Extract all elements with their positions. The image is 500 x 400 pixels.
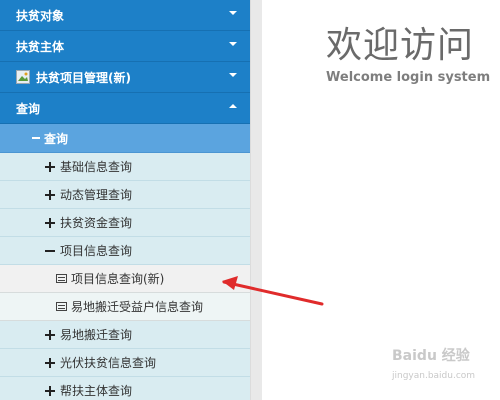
plus-icon — [45, 385, 55, 396]
submenu-header-query[interactable]: 查询 — [0, 124, 250, 153]
menu-row-label: 项目信息查询 — [60, 244, 133, 258]
menu-row-label: 扶贫资金查询 — [60, 216, 133, 230]
menu-row-label: 易地搬迁查询 — [60, 328, 133, 342]
welcome-panel: 欢迎访问 Welcome login system — [326, 24, 496, 85]
menu-row-relocation-query[interactable]: 易地搬迁查询 — [0, 321, 250, 349]
sidebar-menu: 扶贫对象 扶贫主体 扶贫项目管理(新) 查询 查询 基础信息查询 动态管理查询 … — [0, 0, 250, 400]
minus-icon — [45, 246, 55, 256]
baidu-watermark: Baidu 经验 — [392, 348, 470, 364]
minus-icon — [32, 137, 40, 139]
plus-icon — [45, 357, 55, 368]
document-icon — [56, 274, 67, 283]
plus-icon — [45, 161, 55, 172]
menu-row-dynamic-management-query[interactable]: 动态管理查询 — [0, 181, 250, 209]
red-arrow-annotation — [222, 276, 324, 306]
chevron-down-icon — [228, 8, 238, 18]
submenu-header-label: 查询 — [44, 131, 69, 146]
menu-row-assistance-subject-query[interactable]: 帮扶主体查询 — [0, 377, 250, 400]
menu-row-label: 易地搬迁受益户信息查询 — [71, 300, 204, 314]
plus-icon — [45, 189, 55, 200]
chevron-down-icon — [228, 70, 238, 80]
menu-row-label: 基础信息查询 — [60, 160, 133, 174]
menu-row-funds-query[interactable]: 扶贫资金查询 — [0, 209, 250, 237]
plus-icon — [45, 217, 55, 228]
menu-item-label: 扶贫项目管理(新) — [36, 70, 131, 85]
menu-row-label: 帮扶主体查询 — [60, 384, 133, 398]
menu-item-label: 扶贫对象 — [16, 8, 65, 23]
baidu-watermark-url: jingyan.baidu.com — [392, 371, 476, 381]
menu-row-project-info-query-new[interactable]: 项目信息查询(新) — [0, 265, 250, 293]
plus-icon — [45, 329, 55, 340]
menu-item-poverty-subjects[interactable]: 扶贫主体 — [0, 31, 250, 62]
welcome-title: 欢迎访问 — [326, 25, 475, 66]
menu-row-label: 光伏扶贫信息查询 — [60, 356, 157, 370]
menu-row-label: 项目信息查询(新) — [71, 272, 165, 286]
menu-item-poverty-targets[interactable]: 扶贫对象 — [0, 0, 250, 31]
menu-row-project-info-query[interactable]: 项目信息查询 — [0, 237, 250, 265]
menu-row-relocation-beneficiary-query[interactable]: 易地搬迁受益户信息查询 — [0, 293, 250, 321]
welcome-subtitle: Welcome login system — [326, 70, 491, 85]
menu-item-label: 查询 — [16, 101, 41, 116]
menu-row-basic-info-query[interactable]: 基础信息查询 — [0, 153, 250, 181]
menu-item-project-management[interactable]: 扶贫项目管理(新) — [0, 62, 250, 93]
sidebar-splitter[interactable] — [250, 0, 262, 400]
document-icon — [56, 302, 67, 311]
broken-image-icon — [16, 70, 30, 84]
menu-item-query[interactable]: 查询 — [0, 93, 250, 124]
menu-row-label: 动态管理查询 — [60, 188, 133, 202]
menu-item-label: 扶贫主体 — [16, 39, 65, 54]
menu-row-photovoltaic-query[interactable]: 光伏扶贫信息查询 — [0, 349, 250, 377]
chevron-down-icon — [228, 39, 238, 49]
chevron-up-icon — [228, 101, 238, 111]
